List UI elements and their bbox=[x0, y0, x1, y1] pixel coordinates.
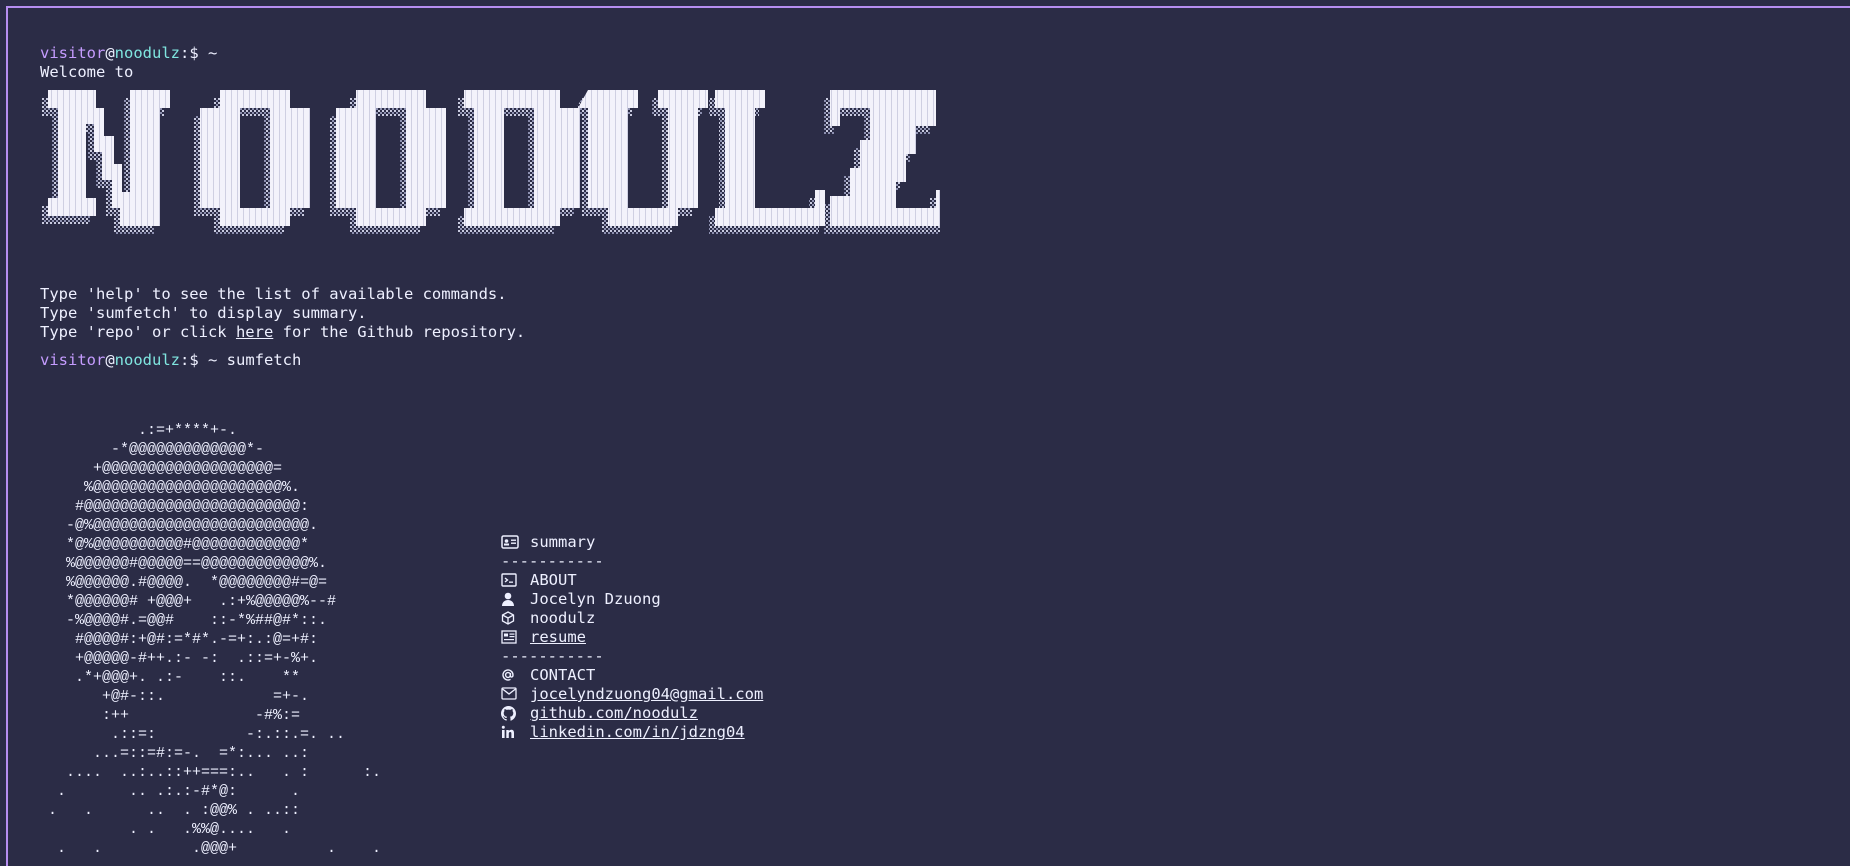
prompt-at: @ bbox=[105, 351, 115, 369]
prompt-user: visitor bbox=[40, 351, 106, 369]
email-link[interactable]: jocelyndzuong04@gmail.com bbox=[530, 685, 763, 704]
cube-icon bbox=[501, 610, 521, 627]
sumfetch-output: summary ----------- ABOUT Jocelyn Dzuong… bbox=[501, 533, 763, 742]
contact-header: CONTACT bbox=[501, 666, 763, 685]
summary-header: summary bbox=[501, 533, 763, 552]
entered-command: sumfetch bbox=[226, 351, 302, 369]
help-text: Type 'help' to see the list of available… bbox=[40, 285, 1830, 342]
ascii-portrait: .:=+****+-. -*@@@@@@@@@@@@@*- +@@@@@@@@@… bbox=[48, 422, 382, 857]
id-card-icon bbox=[501, 534, 521, 551]
help-line-2: Type 'sumfetch' to display summary. bbox=[40, 304, 367, 322]
prompt-host: noodulz bbox=[114, 351, 180, 369]
ascii-banner bbox=[40, 90, 940, 254]
prompt-host: noodulz bbox=[114, 44, 180, 62]
resume-link[interactable]: resume bbox=[530, 628, 586, 647]
email-row: jocelyndzuong04@gmail.com bbox=[501, 685, 763, 704]
separator: ----------- bbox=[501, 647, 604, 665]
document-icon bbox=[501, 629, 521, 646]
at-sign-icon bbox=[501, 668, 521, 684]
separator: ----------- bbox=[501, 552, 604, 570]
prompt-suffix: :$ ~ bbox=[180, 44, 218, 62]
resume-row: resume bbox=[501, 628, 763, 647]
about-header: ABOUT bbox=[501, 571, 763, 590]
repo-text-after: for the Github repository. bbox=[273, 323, 526, 341]
contact-title: CONTACT bbox=[530, 666, 596, 684]
full-name: Jocelyn Dzuong bbox=[530, 590, 661, 608]
repo-text-before: Type 'repo' or click bbox=[40, 323, 236, 341]
name-row: Jocelyn Dzuong bbox=[501, 590, 763, 609]
help-line-3: Type 'repo' or click here for the Github… bbox=[40, 323, 1830, 342]
prompt-at: @ bbox=[105, 44, 115, 62]
linkedin-icon bbox=[501, 725, 521, 741]
linkedin-row: linkedin.com/in/jdzng04 bbox=[501, 723, 763, 742]
terminal-icon bbox=[501, 572, 521, 589]
help-line-1: Type 'help' to see the list of available… bbox=[40, 285, 507, 303]
terminal[interactable]: visitor@noodulz:$ ~ Welcome to Type 'hel… bbox=[40, 44, 1830, 370]
github-link[interactable]: github.com/noodulz bbox=[530, 704, 698, 723]
banner-graphic bbox=[42, 90, 940, 234]
repo-link[interactable]: here bbox=[236, 323, 273, 341]
prompt-line-2: visitor@noodulz:$ ~ sumfetch bbox=[40, 351, 1830, 370]
prompt-line-1: visitor@noodulz:$ ~ bbox=[40, 44, 1830, 63]
summary-title: summary bbox=[530, 533, 596, 551]
prompt-suffix: :$ ~ bbox=[180, 351, 218, 369]
github-icon bbox=[501, 705, 521, 722]
mail-icon bbox=[501, 686, 521, 703]
handle: noodulz bbox=[530, 609, 596, 627]
handle-row: noodulz bbox=[501, 609, 763, 628]
user-icon bbox=[501, 592, 521, 608]
prompt-user: visitor bbox=[40, 44, 106, 62]
github-row: github.com/noodulz bbox=[501, 704, 763, 723]
about-title: ABOUT bbox=[530, 571, 577, 589]
linkedin-link[interactable]: linkedin.com/in/jdzng04 bbox=[530, 723, 745, 742]
welcome-text: Welcome to bbox=[40, 63, 134, 81]
